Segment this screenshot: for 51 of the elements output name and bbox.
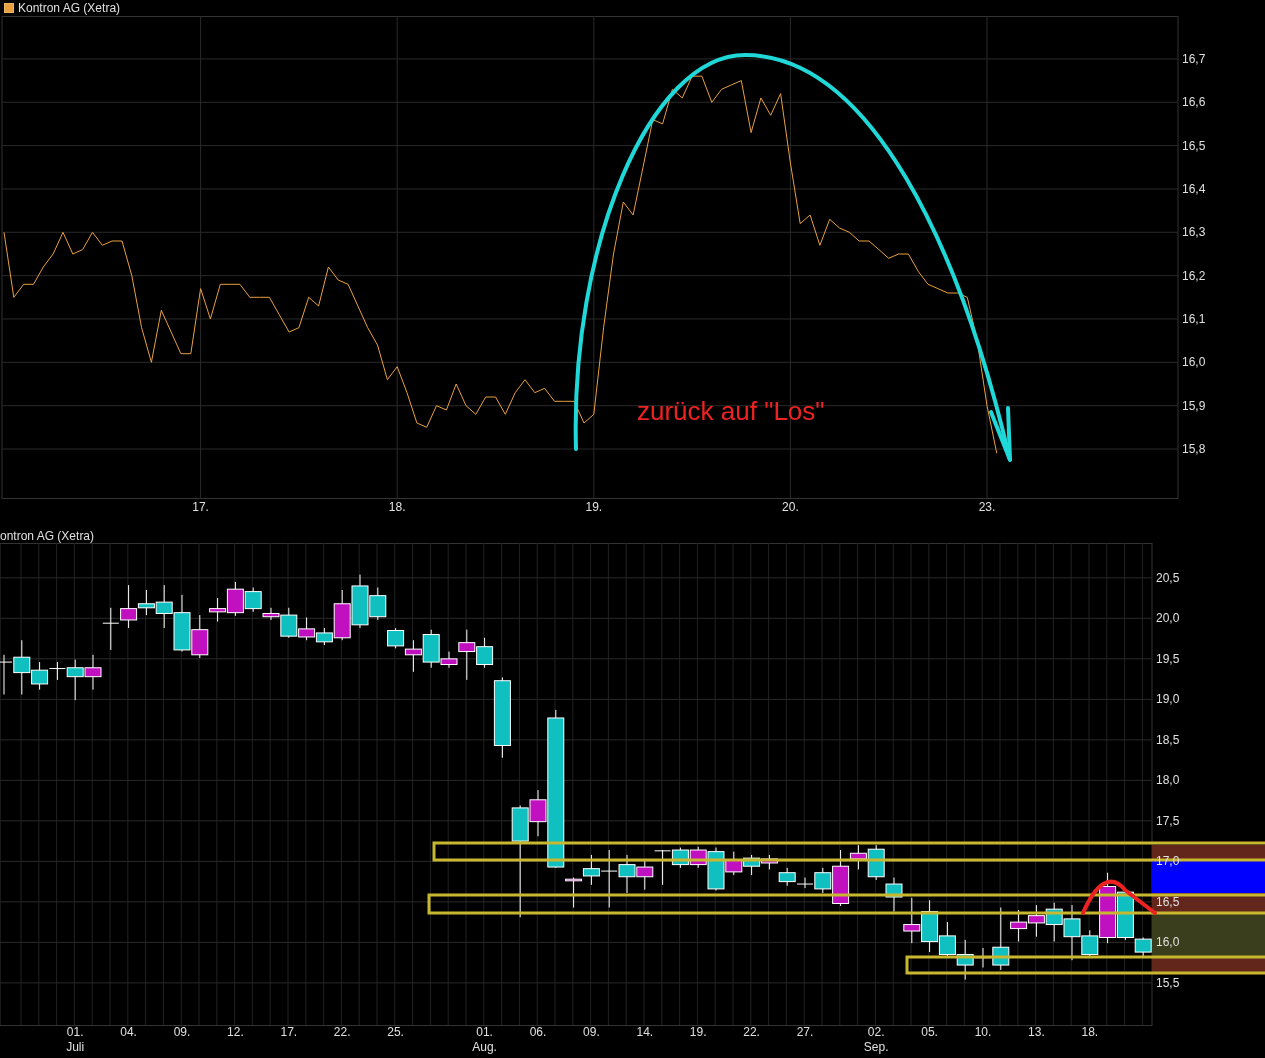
x-axis-label: 06. bbox=[529, 1025, 547, 1039]
y-axis-label: 16,5 bbox=[1156, 894, 1180, 909]
x-axis-label: 01. bbox=[476, 1025, 493, 1039]
x-axis-label: 25. bbox=[387, 1025, 404, 1039]
chart-title: Kontron AG (Xetra) bbox=[18, 1, 121, 15]
month-label: Aug. bbox=[472, 1040, 497, 1054]
x-axis-label: 22. bbox=[333, 1025, 351, 1039]
y-axis-label: 19,0 bbox=[1156, 692, 1180, 707]
y-axis-label: 16,2 bbox=[1182, 268, 1206, 283]
x-axis-label: 23. bbox=[978, 500, 996, 514]
x-axis-label: 12. bbox=[227, 1025, 244, 1039]
x-axis-label: 18. bbox=[388, 500, 406, 514]
x-axis-label: 13. bbox=[1028, 1025, 1045, 1039]
y-axis-label: 16,6 bbox=[1182, 95, 1206, 110]
x-axis-label: 17. bbox=[280, 1025, 298, 1039]
y-axis-label: 18,5 bbox=[1156, 732, 1180, 747]
x-axis-label: 20. bbox=[782, 500, 799, 514]
x-axis-label: 09. bbox=[173, 1025, 191, 1039]
x-axis-label: 22. bbox=[743, 1025, 760, 1039]
y-axis-label: 16,0 bbox=[1156, 935, 1180, 950]
x-axis-label: 18. bbox=[1081, 1025, 1099, 1039]
y-axis-label: 17,5 bbox=[1156, 813, 1180, 828]
x-axis-label: 01. bbox=[66, 1025, 84, 1039]
x-axis-label: 10. bbox=[974, 1025, 992, 1039]
month-label: Sep. bbox=[863, 1040, 889, 1054]
x-axis-label: 19. bbox=[689, 1025, 707, 1039]
month-label: Juli bbox=[66, 1040, 85, 1054]
y-axis-label: 16,4 bbox=[1182, 181, 1206, 196]
x-axis-label: 05. bbox=[921, 1025, 938, 1039]
y-axis-label: 16,1 bbox=[1182, 312, 1206, 326]
y-axis-label: 16,7 bbox=[1182, 51, 1206, 66]
x-axis-label: 02. bbox=[867, 1025, 885, 1039]
y-axis-label: 15,9 bbox=[1182, 398, 1206, 413]
x-axis-label: 19. bbox=[585, 500, 603, 514]
y-axis-label: 17,0 bbox=[1156, 854, 1180, 869]
y-axis-label: 20,0 bbox=[1156, 611, 1180, 626]
x-axis-label: 04. bbox=[120, 1025, 137, 1039]
x-axis-label: 14. bbox=[636, 1025, 654, 1039]
y-axis-label: 16,3 bbox=[1182, 225, 1206, 240]
y-axis-label: 15,5 bbox=[1156, 975, 1180, 990]
annotation-text: zurück auf "Los" bbox=[637, 396, 825, 426]
y-axis-label: 16,5 bbox=[1182, 138, 1206, 153]
x-axis-label: 09. bbox=[583, 1025, 600, 1039]
y-axis-label: 18,0 bbox=[1156, 773, 1180, 788]
y-axis-label: 16,0 bbox=[1182, 355, 1206, 370]
y-axis-label: 15,8 bbox=[1182, 442, 1206, 456]
y-axis-label: 19,5 bbox=[1156, 651, 1180, 666]
y-axis-label: 20,5 bbox=[1156, 570, 1180, 585]
x-axis-label: 27. bbox=[796, 1025, 814, 1039]
x-axis-label: 17. bbox=[192, 500, 209, 514]
chart-title: ontron AG (Xetra) bbox=[0, 530, 96, 542]
